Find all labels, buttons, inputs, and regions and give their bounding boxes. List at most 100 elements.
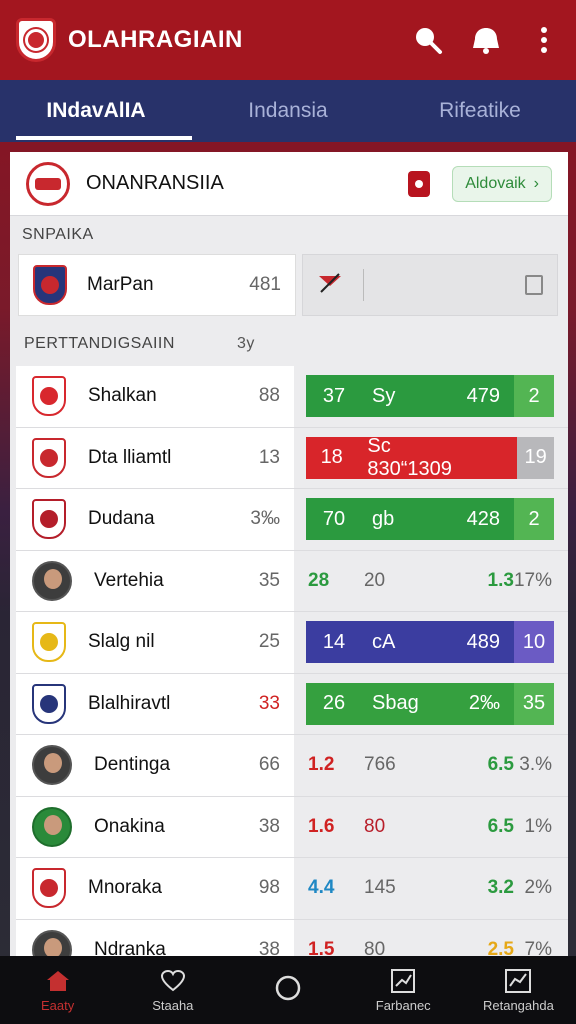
stat-value-a: 37 — [322, 384, 346, 407]
list-item[interactable]: Slalg nil 25 14 cA 489 10 — [16, 612, 568, 674]
list-item[interactable]: Dudana 3‰ 70 gb 428 2 — [16, 489, 568, 551]
list-item-main: Dentinga 66 — [16, 735, 294, 796]
stat-value-b: 80 — [364, 815, 386, 837]
tab-indavalia[interactable]: INdavAlIA — [0, 80, 192, 142]
bottom-nav: Eaaty Staaha Farbanec Retangahda — [0, 956, 576, 1024]
section-count: 3y — [236, 335, 255, 352]
nav-farbanec[interactable]: Farbanec — [346, 956, 461, 1024]
avatar — [32, 745, 72, 786]
stat-value-b: Sy — [372, 384, 396, 407]
card-header: ONANRANSIIA Aldovaik › — [10, 152, 568, 216]
list-item[interactable]: Dentinga 66 1.2 766 6.5 3.% — [16, 735, 568, 797]
stat-value-d: 17% — [513, 569, 552, 591]
stat-value-c: 479 — [466, 384, 500, 407]
stat-value-c: 3.2 — [487, 877, 514, 899]
nav-label: Farbanec — [375, 997, 431, 1013]
player-value: 66 — [258, 754, 280, 776]
stat-value-a: 1.6 — [308, 815, 335, 837]
list-item[interactable]: Blalhiravtl 33 26 Sbag 2‰ 35 — [16, 673, 568, 735]
stat-values: 1.6 80 6.5 1% — [308, 816, 558, 838]
list-item-stats: 1.2 766 6.5 3.% — [294, 735, 568, 796]
stat-value-d: 35 — [514, 682, 554, 725]
stat-value-d: 2% — [524, 877, 552, 899]
list-item-stats: 26 Sbag 2‰ 35 — [294, 673, 568, 734]
stats-icon — [504, 968, 532, 994]
player-name: Dentinga — [94, 754, 171, 776]
list-item-main: Slalg nil 25 — [16, 612, 294, 673]
list-item-stats: 70 gb 428 2 — [294, 489, 568, 550]
list-item[interactable]: Shalkan 88 37 Sy 479 2 — [16, 366, 568, 428]
tab-indansia[interactable]: Indansia — [192, 80, 384, 142]
stat-value-b: Sc 830“1309 — [367, 434, 452, 480]
stat-values: 1.2 766 6.5 3.% — [308, 754, 558, 776]
list-item-stats: 1.6 80 6.5 1% — [294, 796, 568, 857]
list-item-main: Shalkan 88 — [16, 366, 294, 427]
stat-values: 4.4 145 3.2 2% — [308, 877, 558, 899]
nav-home[interactable]: Eaaty — [0, 956, 115, 1024]
player-value: 33 — [258, 692, 280, 714]
stat-value-c: 428 — [466, 507, 500, 530]
player-name: Blalhiravtl — [88, 692, 171, 714]
team-crest-icon — [32, 376, 66, 417]
stat-value-d: 19 — [517, 436, 554, 479]
more-icon[interactable] — [528, 24, 560, 56]
list-item-main: Onakina 38 — [16, 796, 294, 857]
nav-staaha[interactable]: Staaha — [115, 956, 230, 1024]
list-item-stats: 37 Sy 479 2 — [294, 366, 568, 427]
tab-bar: INdavAlIA Indansia Rifeatike — [0, 80, 576, 142]
list-item[interactable]: Vertehia 35 28 20 1.3 17% — [16, 550, 568, 612]
list-item[interactable]: Mnoraka 98 4.4 145 3.2 2% — [16, 858, 568, 920]
stat-value-c: 2‰ — [468, 692, 500, 715]
section-title: PERTTANDIGSAIIN — [24, 335, 175, 352]
notification-icon[interactable] — [470, 24, 502, 56]
player-name: Dta lliamtl — [88, 446, 172, 468]
nav-retangahda[interactable]: Retangahda — [461, 956, 576, 1024]
advance-button-label: Aldovaik — [465, 174, 526, 192]
profile-icon[interactable] — [408, 170, 431, 197]
list-item-main: Blalhiravtl 33 — [16, 673, 294, 734]
stat-value-a: 70 — [322, 507, 346, 530]
stat-value-b: cA — [372, 630, 396, 653]
player-value: 88 — [258, 385, 280, 407]
nav-center[interactable] — [230, 956, 345, 1024]
stat-value-d: 3.% — [519, 754, 552, 776]
player-name: Mnoraka — [88, 877, 162, 899]
advance-button[interactable]: Aldovaik › — [452, 165, 552, 202]
stat-value-c: 489 — [466, 630, 500, 653]
search-icon[interactable] — [412, 24, 444, 56]
document-icon[interactable] — [525, 275, 543, 295]
list-item[interactable]: Dta lliamtl 13 18 Sc 830“1309 19 — [16, 427, 568, 489]
stat-value-a: 1.2 — [308, 754, 335, 776]
chart-icon — [389, 968, 417, 994]
stat-value-a: 26 — [322, 692, 346, 715]
app-logo[interactable] — [16, 18, 56, 62]
main-card: ONANRANSIIA Aldovaik › SNPAIKA MarPan 48… — [10, 152, 568, 964]
player-name: Shalkan — [88, 385, 157, 407]
stat-value-b: Sbag — [372, 692, 419, 715]
avatar — [32, 806, 72, 847]
team-crest-icon — [32, 868, 66, 909]
app-header: OLAHRAGIAIN — [0, 0, 576, 80]
list-item-main: Vertehia 35 — [16, 550, 294, 611]
chevron-right-icon: › — [533, 174, 539, 192]
ranking-list: Shalkan 88 37 Sy 479 2 Dta lliamtl 13 18 Sc 830“1… — [16, 366, 568, 964]
featured-value: 481 — [249, 274, 281, 295]
player-name: Slalg nil — [88, 631, 155, 653]
heart-icon — [159, 968, 187, 994]
list-item[interactable]: Onakina 38 1.6 80 6.5 1% — [16, 796, 568, 858]
featured-row[interactable]: MarPan 481 — [10, 254, 568, 316]
featured-name: MarPan — [87, 274, 154, 295]
list-item-main: Dudana 3‰ — [16, 489, 294, 550]
card-title: ONANRANSIIA — [86, 172, 224, 194]
tab-rifeatike[interactable]: Rifeatike — [384, 80, 576, 142]
circle-icon — [274, 975, 302, 1001]
stat-bar: 14 cA 489 10 — [306, 621, 554, 664]
stat-value-b: 20 — [363, 569, 386, 591]
player-value: 13 — [258, 446, 280, 468]
stat-bar: 70 gb 428 2 — [306, 498, 554, 541]
nav-label: Retangahda — [482, 997, 554, 1013]
player-name: Vertehia — [94, 569, 164, 591]
list-item-main: Mnoraka 98 — [16, 858, 294, 919]
stat-value-d: 1% — [524, 815, 552, 837]
stat-value-d: 2 — [514, 375, 554, 418]
